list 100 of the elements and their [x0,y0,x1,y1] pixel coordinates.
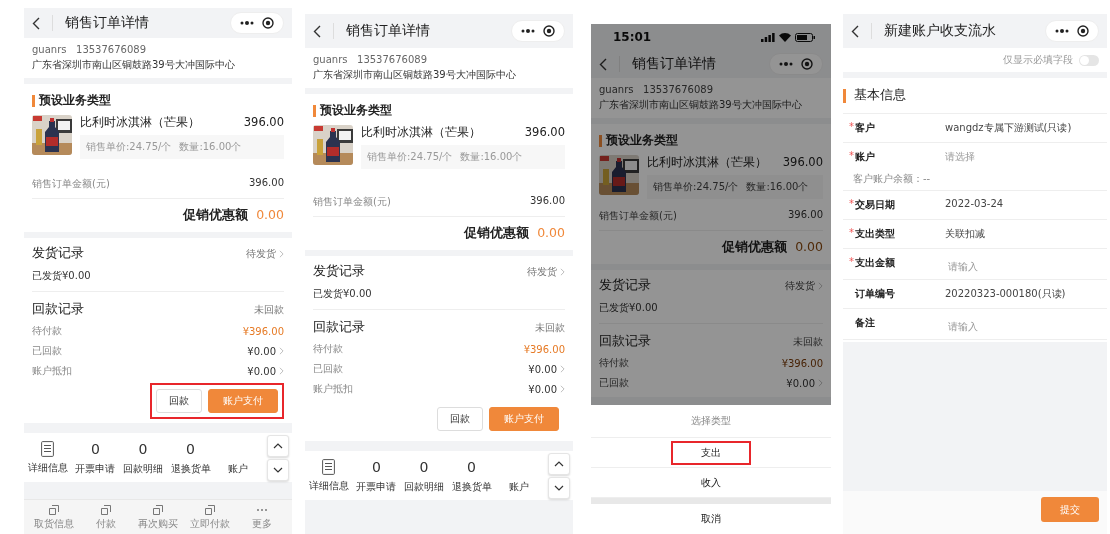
payment-label: 已回款 [313,362,343,376]
amount-value: 396.00 [249,177,284,190]
field-label: 订单编号 [855,287,895,301]
toolbar-label[interactable]: 账户 [509,480,530,494]
payment-value[interactable]: ¥0.00 [528,383,557,395]
chevron-right-icon [279,249,284,258]
back-icon[interactable] [313,24,321,38]
toolbar-label[interactable]: 退换货单 [451,480,492,494]
chevron-right-icon [279,347,284,355]
page-title: 销售订单详情 [346,22,431,40]
count-value: 0 [419,459,429,476]
more-icon[interactable] [240,21,254,25]
bottom-bar-label[interactable]: 立即付款 [190,517,230,531]
toolbar-label[interactable]: 开票申请 [75,462,116,476]
unit-price: 销售单价:24.75/个 [86,140,172,154]
status-time: 15:01 [613,30,652,44]
capsule-menu[interactable] [769,53,823,75]
back-icon[interactable] [599,57,607,71]
chevron-right-icon [560,365,565,373]
toolbar-label[interactable]: 详细信息 [308,479,349,493]
field-label: 客户 [855,121,875,135]
payment-value[interactable]: ¥0.00 [528,363,557,375]
toolbar-label[interactable]: 回款明细 [404,480,444,494]
target-icon[interactable] [262,17,274,29]
toolbar-label[interactable]: 账户 [228,462,249,476]
payment-label: 账户抵扣 [32,364,72,378]
toolbar-label[interactable]: 退换货单 [170,462,211,476]
more-icon[interactable] [1055,29,1069,33]
shipped-amount: 已发货¥0.00 [313,283,565,310]
sheet-option[interactable]: 支出 [671,440,751,465]
payment-value[interactable]: ¥0.00 [786,377,815,389]
capsule-menu[interactable] [1045,20,1099,42]
toggle-switch[interactable] [1079,54,1099,66]
amount-label: 销售订单金额(元) [32,177,110,191]
count-value: 0 [186,441,196,458]
record-status[interactable]: 待发货 [246,246,276,261]
bottom-bar-label[interactable]: 付款 [96,517,116,531]
bottom-bar-label[interactable]: 取货信息 [34,517,74,531]
toolbar-label[interactable]: 详细信息 [27,461,68,475]
customer-contact: guanrs 13537676089 [313,54,429,65]
bottom-bar-label[interactable]: 更多 [252,517,272,531]
chevron-down-icon [554,485,564,491]
chevron-up-icon [554,461,564,467]
signal-icon [761,32,775,42]
document-icon[interactable] [322,459,336,475]
record-status: 未回款 [535,320,565,335]
required-mark: * [849,198,854,209]
record-status[interactable]: 待发货 [785,278,815,293]
payment-label: 待付款 [599,356,629,370]
bottom-bar-label[interactable]: 再次购买 [138,517,178,531]
product-price: 396.00 [782,155,823,170]
battery-icon [795,32,815,42]
toggle-label: 仅显示必填字段 [1003,53,1073,67]
sheet-title: 选择类型 [591,405,831,438]
target-icon[interactable] [543,25,555,37]
payment-label: 待付款 [32,324,62,338]
more-icon[interactable] [779,62,793,66]
record-status[interactable]: 待发货 [527,264,557,279]
product-name: 比利时冰淇淋（芒果） [80,115,200,130]
record-status: 未回款 [254,302,284,317]
section-title: 预设业务类型 [606,132,678,149]
input-field[interactable]: 请输入 [948,321,1068,332]
promo-value: 0.00 [537,225,565,240]
required-mark: * [849,150,854,161]
field-value: 2022-03-24 [945,198,1004,209]
shipped-amount: 已发货¥0.00 [32,265,284,292]
promo-label: 促销优惠额 [464,225,530,242]
promo-label: 促销优惠额 [722,239,788,256]
chevron-right-icon [818,379,823,387]
customer-contact: guanrs 13537676089 [599,84,715,95]
payment-label: 已回款 [599,376,629,390]
refund-button[interactable]: 回款 [156,389,202,413]
refund-button[interactable]: 回款 [437,407,483,431]
target-icon[interactable] [1077,25,1089,37]
payment-value: ¥396.00 [781,357,823,369]
toolbar-label[interactable]: 开票申请 [356,480,397,494]
shipped-amount: 已发货¥0.00 [599,297,823,324]
count-value: 0 [138,441,148,458]
toolbar-label[interactable]: 回款明细 [123,462,163,476]
capsule-menu[interactable] [230,12,284,34]
capsule-menu[interactable] [511,20,565,42]
quantity: 数量:16.00个 [746,180,809,194]
target-icon[interactable] [801,58,813,70]
record-title: 发货记录 [313,263,365,280]
field-label: 支出类型 [855,227,895,241]
count-value: 0 [371,459,381,476]
promo-value: 0.00 [256,207,284,222]
count-value: 0 [90,441,100,458]
product-price: 396.00 [524,125,565,140]
input-field[interactable]: 请输入 [948,261,1068,272]
payment-value[interactable]: ¥0.00 [247,345,276,357]
document-icon[interactable] [41,441,55,457]
amount-value: 396.00 [788,209,823,222]
more-icon[interactable] [521,29,535,33]
amount-value: 396.00 [530,195,565,208]
back-icon[interactable] [32,16,40,30]
back-icon[interactable] [851,24,859,38]
product-name: 比利时冰淇淋（芒果） [361,125,481,140]
payment-value[interactable]: ¥0.00 [247,365,276,377]
payment-value: ¥396.00 [242,325,284,337]
